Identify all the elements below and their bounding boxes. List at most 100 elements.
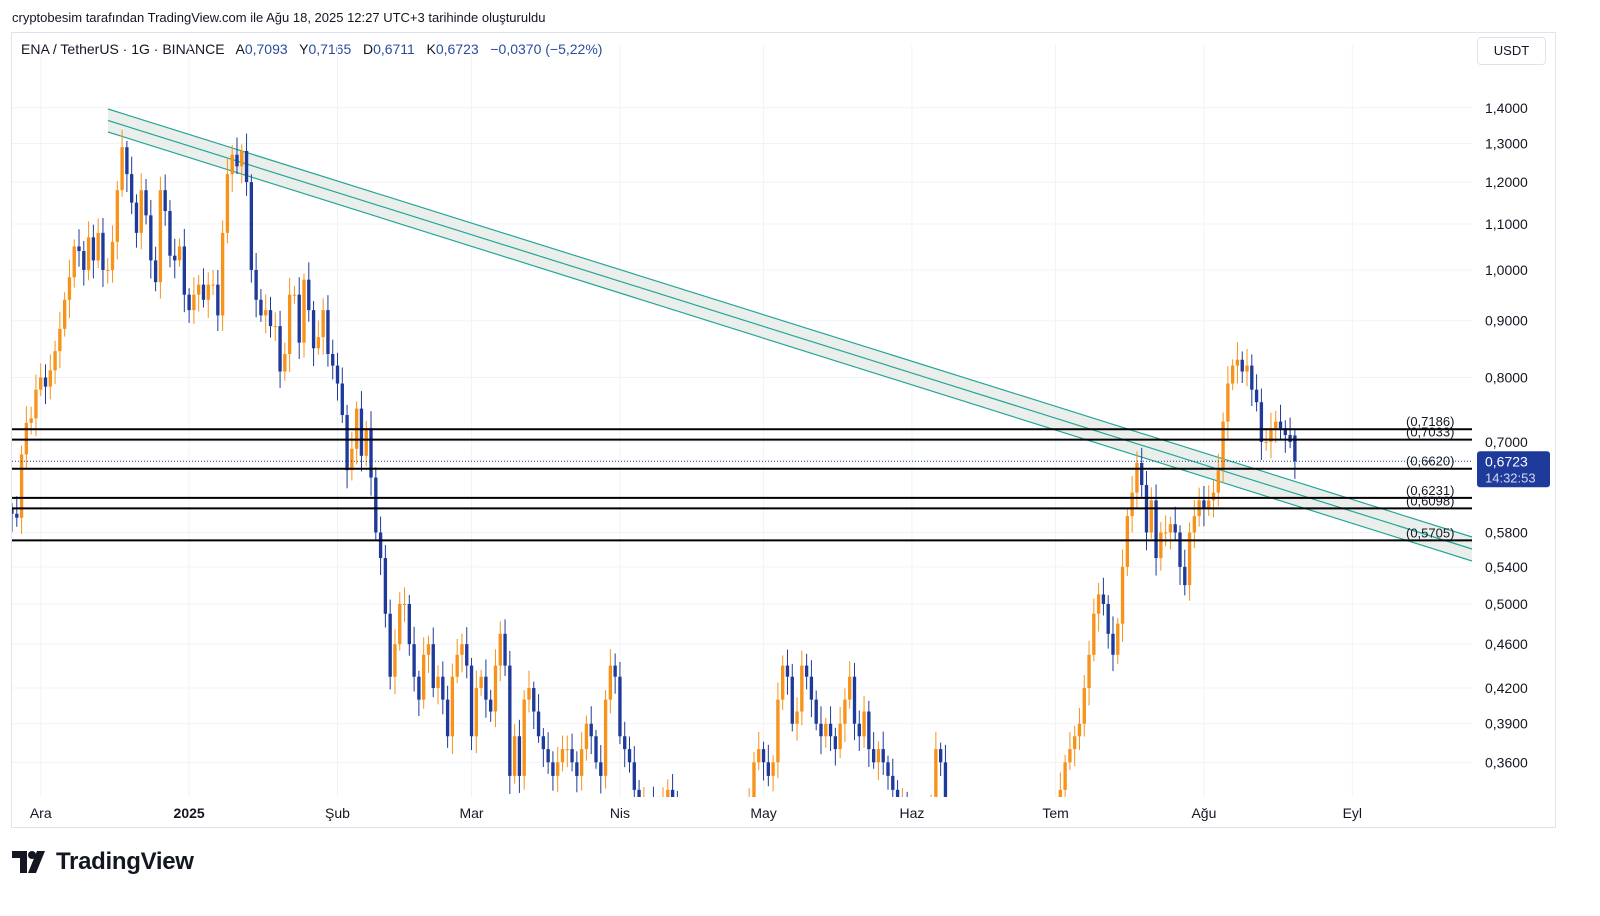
x-tick-label: Ağu <box>1191 805 1216 821</box>
candle-body <box>77 246 81 252</box>
y-tick-label: 0,3900 <box>1485 716 1528 732</box>
candle-body <box>216 284 220 316</box>
candle-body <box>977 867 980 884</box>
candle-body <box>647 804 650 805</box>
candle-body <box>283 353 287 372</box>
candle-body <box>192 294 196 311</box>
candle-body <box>522 699 526 776</box>
candle-body <box>1016 850 1019 866</box>
candle-body <box>1168 524 1173 533</box>
candle-body <box>666 789 670 797</box>
candle-body <box>383 558 388 614</box>
candle-body <box>182 246 187 295</box>
candle-body <box>809 676 814 700</box>
candle-body <box>627 749 632 763</box>
price-tag-countdown: 14:32:53 <box>1485 470 1536 485</box>
candle-body <box>426 644 431 655</box>
candle-body <box>316 337 321 349</box>
candle-body <box>871 749 876 763</box>
candle-body <box>139 190 143 233</box>
candle-body <box>115 190 119 242</box>
candle-body <box>728 850 731 851</box>
candle-body <box>700 834 703 850</box>
candle-body <box>584 723 589 750</box>
x-tick-label: 2025 <box>174 805 205 821</box>
candle-body <box>943 762 948 797</box>
level-label: (0,7033) <box>1406 425 1454 440</box>
price-tag-value: 0,6723 <box>1485 453 1528 469</box>
y-tick-label: 0,9000 <box>1485 313 1528 329</box>
candle-body <box>34 389 38 419</box>
candle-body <box>925 819 928 834</box>
candle-body <box>436 676 440 689</box>
candle-body <box>508 665 512 776</box>
candle-body <box>1135 462 1139 493</box>
candle-body <box>1254 389 1259 403</box>
candle-body <box>1202 500 1206 509</box>
candle-body <box>843 699 847 724</box>
candle-body <box>724 850 727 866</box>
candle-body <box>287 294 292 354</box>
x-tick-label: Şub <box>325 805 350 821</box>
candle-body <box>876 749 881 763</box>
candle-body <box>402 603 407 605</box>
candle-body <box>714 834 717 850</box>
candle-body <box>1207 500 1211 509</box>
candle-body <box>321 310 325 338</box>
x-tick-label: May <box>750 805 776 821</box>
candle-body <box>1216 470 1220 493</box>
price-chart[interactable]: (0,7186)(0,7033)(0,6620)(0,6231)(0,6098)… <box>0 0 1600 916</box>
candle-body <box>761 749 766 763</box>
candle-body <box>273 326 277 328</box>
candle-body <box>575 762 579 776</box>
tradingview-logo[interactable]: TradingView <box>12 848 194 876</box>
candle-body <box>804 665 809 677</box>
candle-body <box>163 190 167 212</box>
candle-body <box>1178 532 1182 567</box>
candle-body <box>1035 834 1038 850</box>
candle-body <box>1025 867 1028 868</box>
candle-body <box>949 819 952 834</box>
candle-body <box>987 883 990 901</box>
candle-body <box>220 232 225 316</box>
candle-body <box>393 644 397 677</box>
candle-body <box>570 749 574 763</box>
candle-body <box>642 804 645 805</box>
candle-body <box>1278 421 1283 429</box>
y-tick-label: 0,7000 <box>1485 434 1528 450</box>
candle-body <box>541 736 546 750</box>
candle-body <box>1149 500 1153 533</box>
candle-body <box>1140 462 1144 486</box>
candle-body <box>498 633 502 666</box>
y-tick-label: 1,0000 <box>1485 262 1528 278</box>
candle-body <box>752 762 756 797</box>
candle-body <box>259 299 263 316</box>
candle-body <box>867 711 871 750</box>
candle-body <box>307 279 311 311</box>
candle-body <box>235 154 239 167</box>
candle-body <box>738 834 741 835</box>
candle-body <box>1044 834 1047 850</box>
candle-body <box>297 294 301 343</box>
candle-body <box>637 789 641 797</box>
candle-body <box>29 418 33 423</box>
candle-body <box>53 351 57 371</box>
candle-body <box>369 428 373 478</box>
candle-body <box>1192 516 1197 533</box>
candle-body <box>929 804 932 834</box>
candle-body <box>1173 524 1177 533</box>
x-tick-label: Haz <box>899 805 924 821</box>
candle-body <box>48 370 52 387</box>
candle-body <box>292 294 297 296</box>
candle-body <box>120 147 124 191</box>
candle-body <box>934 749 938 797</box>
candle-body <box>489 699 493 712</box>
candle-body <box>244 150 249 183</box>
candle-body <box>484 676 488 700</box>
candle-body <box>12 508 14 514</box>
candle-body <box>953 834 956 850</box>
candle-body <box>771 762 775 776</box>
candle-body <box>264 310 268 316</box>
candle-body <box>623 736 627 750</box>
candle-body <box>551 762 555 776</box>
